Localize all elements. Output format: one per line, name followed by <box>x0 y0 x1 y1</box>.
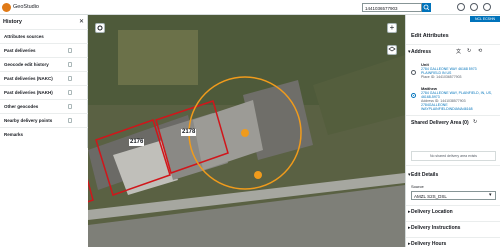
history-item-geocode-edit-history[interactable]: Geocode edit history <box>0 57 88 71</box>
layers-button[interactable] <box>387 45 397 55</box>
edit-details-heading: Edit Details <box>411 172 439 178</box>
address-heading: Address <box>411 49 432 55</box>
layers-icon <box>388 46 396 52</box>
clipboard-icon <box>68 90 72 95</box>
divider <box>406 205 500 206</box>
history-item-label: Nearby delivery points <box>4 118 53 123</box>
map-settings-button[interactable] <box>95 23 105 33</box>
settings-icon[interactable] <box>483 3 491 11</box>
divider <box>406 115 500 116</box>
history-item-other-geocodes[interactable]: Other geocodes <box>0 99 88 113</box>
divider <box>406 165 500 166</box>
clipboard-icon <box>68 48 72 53</box>
clipboard-icon <box>68 104 72 109</box>
address-option-line1: 2784 GALLEONE WAY, PLAINFIELD, IN, US, 4… <box>421 91 492 99</box>
history-item-past-deliveries-nakh[interactable]: Past deliveries (NAKH) <box>0 85 88 99</box>
history-item-nearby-delivery-points[interactable]: Nearby delivery points <box>0 113 88 127</box>
address-option-place: Place ID: 1441036577903 <box>421 75 462 79</box>
address-option-unit: Unit 2784 GALLEONE WAY 46168 5973 PLAINF… <box>421 62 499 79</box>
address-option-radio[interactable] <box>411 70 416 75</box>
delivery-instructions-heading[interactable]: Delivery Instructions <box>411 225 460 231</box>
top-bar: GeoStudio 1441036577903 <box>0 0 500 15</box>
delivery-location-heading[interactable]: Delivery Location <box>411 209 453 215</box>
search-button[interactable] <box>422 3 431 12</box>
history-item-label: Attributes sources <box>4 34 44 39</box>
lot-number-2176: 2176 <box>129 139 145 146</box>
delivery-hours-heading[interactable]: Delivery Hours <box>411 241 446 247</box>
clipboard-icon <box>68 62 72 67</box>
history-item-label: Remarks <box>4 132 24 137</box>
history-item-attributes-sources[interactable]: Attributes sources <box>0 29 88 43</box>
history-item-past-deliveries-nakc[interactable]: Past deliveries (NAKC) <box>0 71 88 85</box>
clipboard-icon <box>68 118 72 123</box>
history-item-past-deliveries[interactable]: Past deliveries <box>0 43 88 57</box>
history-item-label: Past deliveries <box>4 48 36 53</box>
history-panel: History ✕ Attributes sources Past delive… <box>0 15 88 148</box>
divider <box>406 44 500 45</box>
zoom-in-button[interactable]: + <box>387 23 397 33</box>
help-icon[interactable] <box>457 3 465 11</box>
source-label: Source <box>411 184 424 189</box>
app-logo-icon <box>2 3 11 12</box>
notifications-icon[interactable] <box>470 3 478 11</box>
address-option-place: 2784GALLEONE WAYPLAINFIELDINDIANA46168 <box>421 103 473 111</box>
panel-title: Edit Attributes <box>411 33 449 39</box>
shared-area-heading[interactable]: Shared Delivery Area (0) <box>411 120 469 126</box>
refresh-icon[interactable]: ↻ <box>467 48 471 54</box>
divider <box>406 221 500 222</box>
history-item-label: Geocode edit history <box>4 62 49 67</box>
history-icon[interactable]: ⟲ <box>478 48 482 54</box>
geocode-radius-circle <box>188 76 302 190</box>
source-select[interactable]: AMZL S2S_DSL <box>411 191 496 200</box>
history-title: History <box>3 19 22 25</box>
enable-button[interactable]: NCL ECSHN Enable <box>470 16 500 27</box>
close-icon[interactable]: ✕ <box>79 18 84 25</box>
search-icon <box>423 4 430 11</box>
address-option-radio-selected[interactable] <box>411 93 416 98</box>
history-item-label: Past deliveries (NAKC) <box>4 76 53 81</box>
map-view[interactable]: 2176 2178 2156 + <box>88 15 405 247</box>
history-item-label: Other geocodes <box>4 104 39 109</box>
history-item-label: Past deliveries (NAKH) <box>4 90 53 95</box>
gear-icon <box>97 25 103 31</box>
history-item-remarks[interactable]: Remarks <box>0 127 88 141</box>
translate-icon[interactable]: 文 <box>456 48 461 55</box>
divider <box>406 237 500 238</box>
refresh-icon[interactable]: ↻ <box>473 119 477 125</box>
clipboard-icon <box>68 76 72 81</box>
search-input[interactable]: 1441036577903 <box>362 3 422 12</box>
lot-number-2178: 2178 <box>181 129 197 136</box>
chevron-down-icon: ▾ <box>489 192 492 198</box>
edit-attributes-panel: Edit Attributes ▾ Address 文 ↻ ⟲ Unit 278… <box>405 15 500 247</box>
shared-area-empty: No shared delivery area exists <box>411 151 496 161</box>
app-title: GeoStudio <box>13 4 39 10</box>
address-option-matthew: Matthew 2784 GALLEONE WAY, PLAINFIELD, I… <box>421 86 499 111</box>
